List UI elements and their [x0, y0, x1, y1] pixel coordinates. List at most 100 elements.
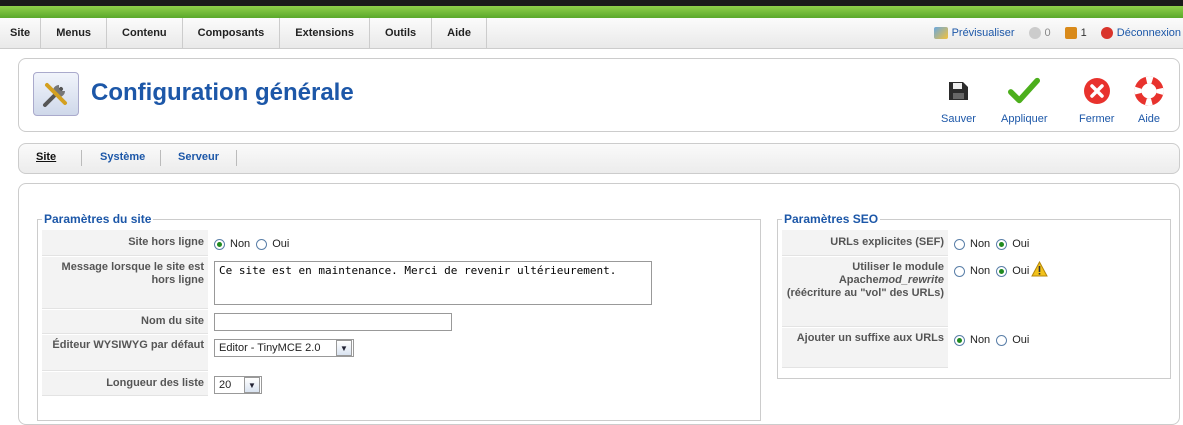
suffix-no-radio[interactable]: Non — [954, 334, 990, 346]
sitename-input[interactable] — [214, 313, 452, 331]
radio-button — [256, 238, 268, 250]
offline-message-row: Message lorsque le site est hors ligne C… — [42, 257, 658, 309]
list-length-select-value: 20 — [219, 379, 232, 391]
suffix-yes-radio[interactable]: Oui — [996, 334, 1029, 346]
radio-button — [954, 334, 965, 346]
offline-no-radio[interactable]: Non — [214, 238, 250, 250]
menu-extensions[interactable]: Extensions — [280, 18, 370, 48]
radio-label: Non — [230, 238, 251, 250]
lifebuoy-icon — [1133, 75, 1165, 107]
tab-systeme[interactable]: Système — [100, 151, 145, 163]
editor-value: Editor - TinyMCE 2.0 ▼ — [208, 335, 360, 371]
suffix-label: Ajouter un suffixe aux URLs — [782, 328, 948, 368]
sitename-row: Nom du site — [42, 310, 458, 334]
rewrite-no-radio[interactable]: Non — [954, 265, 990, 277]
editor-select[interactable]: Editor - TinyMCE 2.0 ▼ — [214, 339, 354, 357]
menu-menus[interactable]: Menus — [41, 18, 108, 48]
radio-button — [214, 238, 225, 250]
offline-row: Site hors ligne Non Oui — [42, 230, 301, 256]
page-header: Configuration générale Sauver Appliquer … — [18, 58, 1180, 132]
users-icon — [1064, 27, 1077, 39]
checkmark-icon — [1008, 75, 1041, 107]
sef-value: Non Oui — [948, 230, 1041, 256]
list-length-value: 20 ▼ — [208, 372, 268, 396]
offline-message-textarea[interactable]: Ce site est en maintenance. Merci de rev… — [214, 261, 652, 305]
config-logo-icon — [33, 72, 79, 116]
main-menu: Site Menus Contenu Composants Extensions… — [0, 18, 487, 48]
rewrite-row: Utiliser le module Apachemod_rewrite (ré… — [782, 257, 1054, 327]
suffix-row: Ajouter un suffixe aux URLs Non Oui — [782, 328, 1041, 368]
sitename-label: Nom du site — [42, 310, 208, 334]
preview-label: Prévisualiser — [951, 27, 1015, 39]
users-indicator[interactable]: 1 — [1064, 27, 1087, 39]
logout-label: Déconnexion — [1116, 27, 1181, 39]
menu-outils[interactable]: Outils — [370, 18, 433, 48]
top-green-bar — [0, 6, 1183, 18]
close-label: Fermer — [1079, 113, 1115, 125]
apply-button[interactable]: Appliquer — [1001, 75, 1047, 125]
radio-label: Oui — [272, 238, 290, 250]
messages-count: 0 — [1044, 27, 1051, 39]
preview-icon — [933, 27, 948, 39]
list-length-select[interactable]: 20 ▼ — [214, 376, 262, 394]
help-label: Aide — [1137, 113, 1161, 125]
save-label: Sauver — [941, 113, 976, 125]
sef-yes-radio[interactable]: Oui — [996, 238, 1029, 250]
menu-composants[interactable]: Composants — [183, 18, 281, 48]
radio-label: Oui — [1012, 265, 1030, 277]
chevron-down-icon: ▼ — [244, 377, 260, 393]
preview-link[interactable]: Prévisualiser — [933, 27, 1015, 39]
radio-button — [996, 238, 1008, 250]
radio-button — [954, 238, 965, 250]
sef-row: URLs explicites (SEF) Non Oui — [782, 230, 1041, 256]
radio-label: Non — [970, 265, 991, 277]
radio-label: Non — [970, 334, 991, 346]
sef-no-radio[interactable]: Non — [954, 238, 990, 250]
sitename-value — [208, 310, 458, 334]
menu-aide[interactable]: Aide — [432, 18, 487, 48]
sef-label: URLs explicites (SEF) — [782, 230, 948, 256]
tab-separator — [160, 150, 161, 166]
config-content: Paramètres du site Site hors ligne Non O… — [18, 183, 1180, 425]
status-area: Prévisualiser 0 1 Déconnexion — [920, 18, 1183, 48]
help-button[interactable]: Aide — [1133, 75, 1165, 125]
rewrite-yes-radio[interactable]: Oui — [996, 265, 1029, 277]
radio-label: Oui — [1012, 334, 1030, 346]
tab-separator — [81, 150, 82, 166]
radio-label: Oui — [1012, 238, 1030, 250]
main-menubar: Site Menus Contenu Composants Extensions… — [0, 18, 1183, 49]
tab-serveur[interactable]: Serveur — [178, 151, 219, 163]
apply-label: Appliquer — [1001, 113, 1048, 125]
offline-yes-radio[interactable]: Oui — [256, 238, 289, 250]
page-title: Configuration générale — [91, 79, 354, 106]
offline-message-label: Message lorsque le site est hors ligne — [42, 257, 208, 309]
list-length-label: Longueur des liste — [42, 372, 208, 396]
close-icon — [1081, 75, 1113, 107]
editor-label: Éditeur WYSIWYG par défaut — [42, 335, 208, 371]
rewrite-label-em: mod_rewrite — [878, 274, 944, 286]
close-button[interactable]: Fermer — [1079, 75, 1114, 125]
messages-icon — [1028, 27, 1041, 39]
offline-value: Non Oui — [208, 230, 301, 256]
radio-button — [954, 265, 965, 277]
chevron-down-icon: ▼ — [336, 340, 352, 356]
menu-site[interactable]: Site — [0, 18, 42, 48]
messages-indicator[interactable]: 0 — [1028, 27, 1051, 39]
users-count: 1 — [1080, 27, 1087, 39]
site-params-legend: Paramètres du site — [42, 212, 154, 226]
logout-icon — [1100, 27, 1113, 39]
logout-link[interactable]: Déconnexion — [1100, 27, 1181, 39]
suffix-value: Non Oui — [948, 328, 1041, 368]
radio-label: Non — [970, 238, 991, 250]
warning-icon[interactable] — [1031, 260, 1049, 280]
config-tabs: Site Système Serveur — [18, 143, 1180, 174]
rewrite-value: Non Oui — [948, 257, 1054, 327]
floppy-icon — [942, 75, 974, 107]
tab-site[interactable]: Site — [36, 151, 56, 163]
tab-separator — [236, 150, 237, 166]
save-button[interactable]: Sauver — [941, 75, 976, 125]
seo-params-legend: Paramètres SEO — [782, 212, 881, 226]
radio-button — [996, 265, 1008, 277]
rewrite-label-part2: (réécriture au "vol" des URLs) — [786, 287, 944, 299]
menu-contenu[interactable]: Contenu — [107, 18, 183, 48]
